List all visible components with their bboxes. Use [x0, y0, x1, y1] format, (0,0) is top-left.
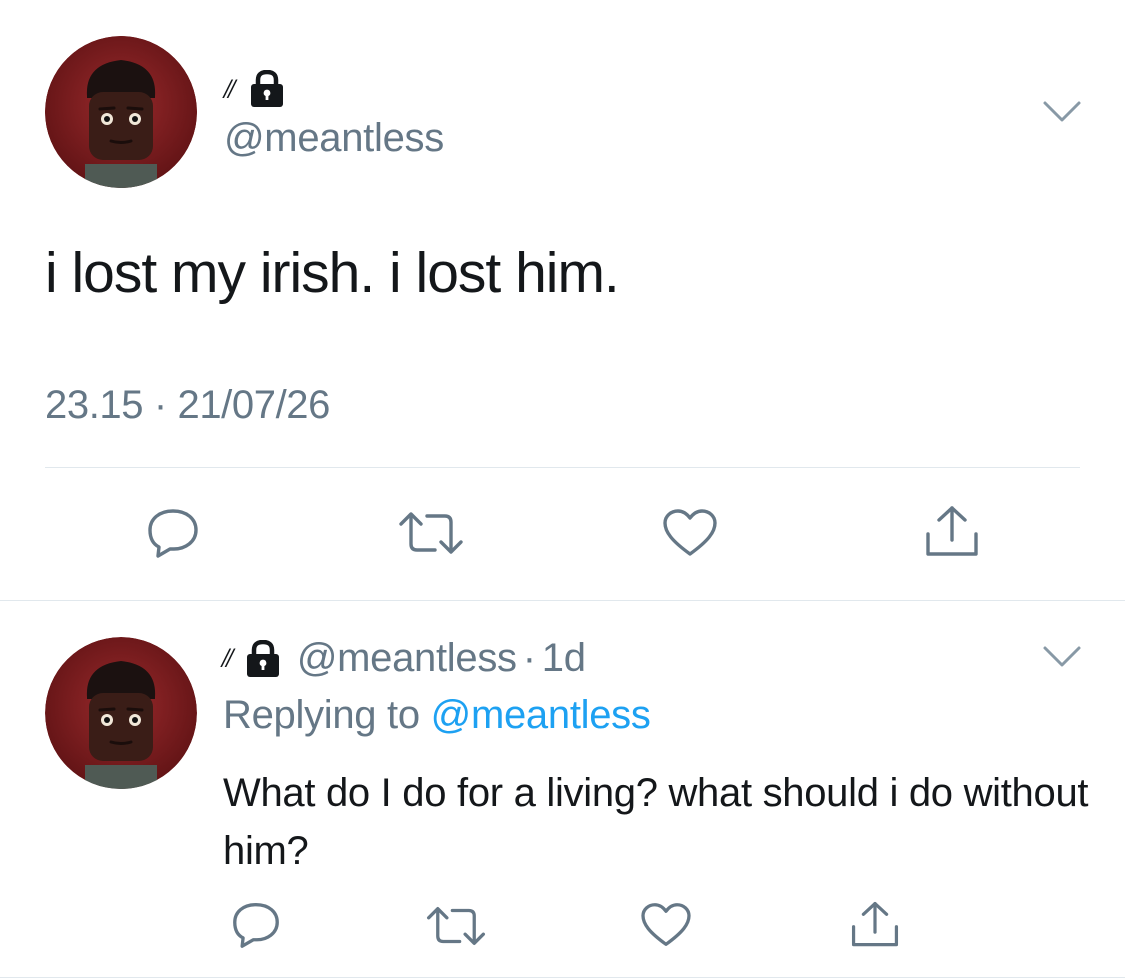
replying-to-label: Replying to	[223, 693, 420, 737]
retweet-icon	[397, 510, 465, 556]
reply-button[interactable]	[142, 505, 204, 561]
separator-dot: ·	[522, 636, 536, 680]
retweet-icon	[425, 905, 487, 947]
reply-header[interactable]: // @meantless · 1d	[222, 636, 586, 681]
lock-icon	[243, 639, 283, 678]
display-name-row[interactable]: //	[224, 70, 287, 108]
share-icon	[849, 900, 901, 950]
retweet-button[interactable]	[423, 902, 489, 950]
retweet-button[interactable]	[395, 505, 467, 561]
like-icon	[640, 902, 692, 948]
timestamp[interactable]: 23.15 · 21/07/26	[45, 383, 330, 428]
chevron-down-icon[interactable]	[1042, 100, 1082, 126]
handle: @meantless	[296, 636, 517, 680]
lego-minifig-avatar-image	[45, 36, 197, 188]
replying-to: Replying to @meantless	[223, 693, 651, 738]
like-icon	[662, 508, 718, 558]
lock-icon	[247, 70, 287, 108]
chevron-down-icon[interactable]	[1042, 645, 1082, 671]
divider	[0, 600, 1125, 601]
reply-button[interactable]	[228, 900, 284, 950]
replying-to-mention[interactable]: @meantless	[431, 693, 651, 737]
reply-icon	[146, 507, 200, 559]
separator-dot: ·	[153, 383, 167, 427]
reply-icon	[231, 901, 281, 949]
lego-minifig-avatar-image	[45, 637, 197, 789]
display-name: //	[222, 646, 234, 671]
divider	[45, 467, 1080, 468]
avatar[interactable]	[45, 637, 197, 789]
like-button[interactable]	[638, 900, 694, 950]
like-button[interactable]	[660, 505, 720, 561]
tweet-date: 21/07/26	[177, 383, 330, 427]
reply-text: What do I do for a living? what should i…	[223, 771, 1089, 873]
tweet-time: 23.15	[45, 383, 144, 427]
share-icon	[923, 504, 981, 560]
tweet-age: 1d	[541, 636, 586, 680]
avatar[interactable]	[45, 36, 197, 188]
display-name: //	[224, 76, 236, 102]
share-button[interactable]	[922, 503, 982, 561]
divider	[0, 977, 1125, 978]
share-button[interactable]	[848, 898, 902, 952]
handle[interactable]: @meantless	[224, 116, 444, 161]
tweet-text: i lost my irish. i lost him.	[45, 241, 620, 305]
